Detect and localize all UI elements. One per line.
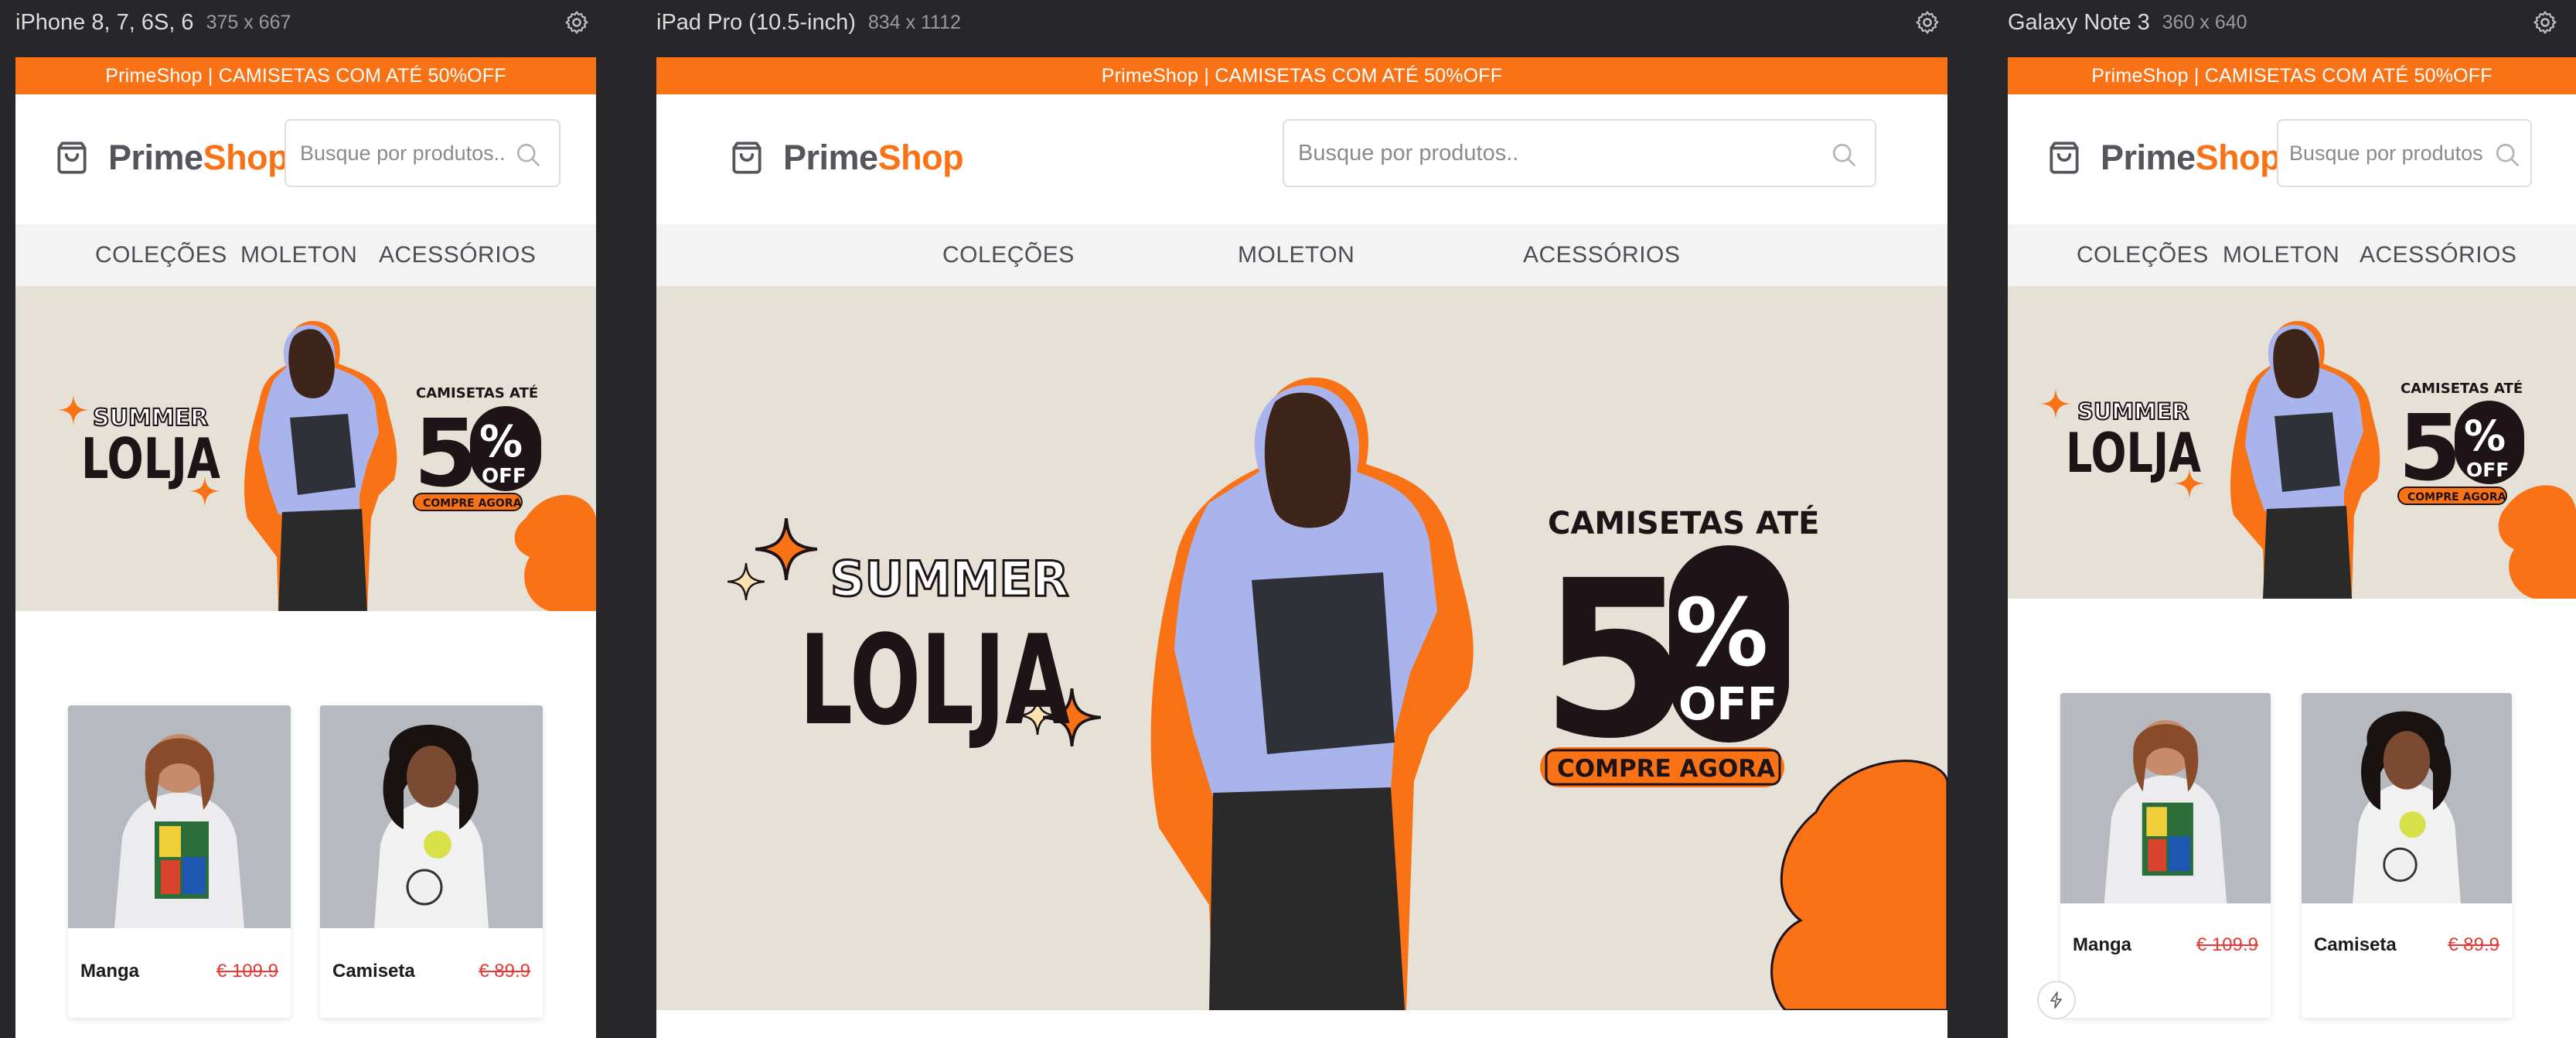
device-size: 360 x 640 xyxy=(2162,11,2247,33)
product-price: € 109.9 xyxy=(216,961,278,982)
banner-off-text: OFF xyxy=(482,465,526,488)
banner-five-text: 5 xyxy=(414,401,479,508)
product-image[interactable] xyxy=(2060,693,2271,903)
logo-prime: Prime xyxy=(783,138,878,177)
device-size: 834 x 1112 xyxy=(867,11,961,33)
logo[interactable]: PrimeShop xyxy=(53,138,289,178)
device-frame-iphone: PrimeShop | CAMISETAS COM ATÉ 50%OFF Pri… xyxy=(15,57,596,1038)
product-price: € 89.9 xyxy=(2448,934,2499,955)
logo[interactable]: PrimeShop xyxy=(727,138,964,178)
gear-icon[interactable] xyxy=(2532,9,2558,36)
logo-prime: Prime xyxy=(2101,138,2196,177)
device-name: iPhone 8, 7, 6S, 6 xyxy=(15,9,194,35)
banner-percent-text: % xyxy=(1675,580,1768,688)
search-placeholder: Busque por produtos.. xyxy=(1298,140,1519,166)
promo-bar: PrimeShop | CAMISETAS COM ATÉ 50%OFF xyxy=(656,57,1947,94)
logo-shop: Shop xyxy=(877,138,964,177)
hero-banner[interactable]: SUMMER LOLJA CAMISETAS ATÉ 5 % OFF COMPR… xyxy=(2008,286,2576,599)
logo[interactable]: PrimeShop xyxy=(2045,138,2281,178)
logo-shop: Shop xyxy=(2195,138,2281,177)
device-header-iphone: iPhone 8, 7, 6S, 6 375 x 667 xyxy=(15,0,291,45)
banner-cta-text: COMPRE AGORA xyxy=(423,497,522,510)
device-frame-ipad: PrimeShop | CAMISETAS COM ATÉ 50%OFF Pri… xyxy=(656,57,1947,1038)
shopping-bag-icon xyxy=(53,138,91,178)
product-card[interactable]: Manga € 109.9 xyxy=(2060,693,2271,1018)
banner-cta-text: COMPRE AGORA xyxy=(1557,755,1775,783)
hero-banner[interactable]: SUMMER LOLJA CAMISETAS ATÉ 5 % OFF COMPR… xyxy=(15,286,596,611)
shopping-bag-icon xyxy=(727,138,766,178)
banner-artwork: SUMMER LOLJA CAMISETAS ATÉ 5 % OFF COMPR… xyxy=(656,286,1947,1010)
banner-camisetas-text: CAMISETAS ATÉ xyxy=(416,384,538,401)
device-header-ipad: iPad Pro (10.5-inch) 834 x 1112 xyxy=(656,0,961,45)
search-input[interactable]: Busque por produtos.. xyxy=(1283,119,1876,187)
product-image[interactable] xyxy=(68,705,291,928)
search-placeholder: Busque por produtos xyxy=(2289,141,2483,165)
device-name: Galaxy Note 3 xyxy=(2008,9,2150,35)
device-frame-galaxy: PrimeShop | CAMISETAS COM ATÉ 50%OFF Pri… xyxy=(2008,57,2576,1038)
logo-prime: Prime xyxy=(108,138,203,177)
banner-artwork: SUMMER LOLJA CAMISETAS ATÉ 5 % OFF COMPR… xyxy=(15,286,596,611)
hero-banner[interactable]: SUMMER LOLJA CAMISETAS ATÉ 5 % OFF COMPR… xyxy=(656,286,1947,1010)
site-header: PrimeShop Busque por produtos xyxy=(2008,94,2576,224)
device-header-galaxy: Galaxy Note 3 360 x 640 xyxy=(2008,0,2247,45)
banner-lolja-text: LOLJA xyxy=(2066,422,2201,485)
product-card[interactable]: Camiseta € 89.9 xyxy=(2302,693,2512,1018)
site-header: PrimeShop Busque por produtos.. xyxy=(15,94,596,224)
device-size: 375 x 667 xyxy=(206,11,291,33)
nav-item-acessorios[interactable]: ACESSÓRIOS xyxy=(2360,224,2516,286)
nav-item-moleton[interactable]: MOLETON xyxy=(1238,224,1354,286)
nav-item-moleton[interactable]: MOLETON xyxy=(240,224,357,286)
banner-artwork: SUMMER LOLJA CAMISETAS ATÉ 5 % OFF COMPR… xyxy=(2008,286,2576,599)
main-nav: COLEÇÕES MOLETON ACESSÓRIOS xyxy=(2008,224,2576,286)
main-nav: COLEÇÕES MOLETON ACESSÓRIOS xyxy=(656,224,1947,286)
device-name: iPad Pro (10.5-inch) xyxy=(656,9,856,35)
banner-off-text: OFF xyxy=(2466,459,2509,481)
product-card[interactable]: Manga € 109.9 xyxy=(68,705,291,1018)
search-icon[interactable] xyxy=(2493,141,2521,169)
banner-percent-text: % xyxy=(2464,411,2506,460)
nav-item-colecoes[interactable]: COLEÇÕES xyxy=(942,224,1075,286)
search-input[interactable]: Busque por produtos.. xyxy=(285,119,561,187)
product-name: Camiseta xyxy=(2314,934,2397,955)
product-name: Manga xyxy=(80,961,140,982)
gear-icon[interactable] xyxy=(564,9,590,36)
search-placeholder: Busque por produtos.. xyxy=(300,141,506,165)
lightning-icon[interactable] xyxy=(2037,981,2076,1019)
product-price: € 109.9 xyxy=(2196,934,2258,955)
nav-item-moleton[interactable]: MOLETON xyxy=(2223,224,2339,286)
banner-cta-text: COMPRE AGORA xyxy=(2407,491,2506,504)
banner-percent-text: % xyxy=(479,417,523,467)
search-input[interactable]: Busque por produtos xyxy=(2277,119,2532,187)
nav-item-colecoes[interactable]: COLEÇÕES xyxy=(95,224,227,286)
search-icon[interactable] xyxy=(1830,141,1858,169)
logo-shop: Shop xyxy=(203,138,289,177)
banner-lolja-text: LOLJA xyxy=(81,426,220,491)
product-name: Manga xyxy=(2073,934,2132,955)
product-name: Camiseta xyxy=(332,961,415,982)
shopping-bag-icon xyxy=(2045,138,2084,178)
promo-bar: PrimeShop | CAMISETAS COM ATÉ 50%OFF xyxy=(15,57,596,94)
nav-item-acessorios[interactable]: ACESSÓRIOS xyxy=(379,224,536,286)
banner-summer-text: SUMMER xyxy=(2077,398,2189,425)
banner-lolja-text: LOLJA xyxy=(799,608,1070,753)
main-nav: COLEÇÕES MOLETON ACESSÓRIOS xyxy=(15,224,596,286)
search-icon[interactable] xyxy=(514,141,542,169)
gear-icon[interactable] xyxy=(1914,9,1941,36)
product-price: € 89.9 xyxy=(479,961,530,982)
product-image[interactable] xyxy=(320,705,543,928)
banner-summer-text: SUMMER xyxy=(830,551,1069,607)
promo-bar: PrimeShop | CAMISETAS COM ATÉ 50%OFF xyxy=(2008,57,2576,94)
product-image[interactable] xyxy=(2302,693,2512,903)
nav-item-colecoes[interactable]: COLEÇÕES xyxy=(2077,224,2209,286)
banner-five-text: 5 xyxy=(2398,394,2462,501)
product-card[interactable]: Camiseta € 89.9 xyxy=(320,705,543,1018)
site-header: PrimeShop Busque por produtos.. xyxy=(656,94,1947,224)
banner-off-text: OFF xyxy=(1678,678,1778,730)
nav-item-acessorios[interactable]: ACESSÓRIOS xyxy=(1523,224,1680,286)
